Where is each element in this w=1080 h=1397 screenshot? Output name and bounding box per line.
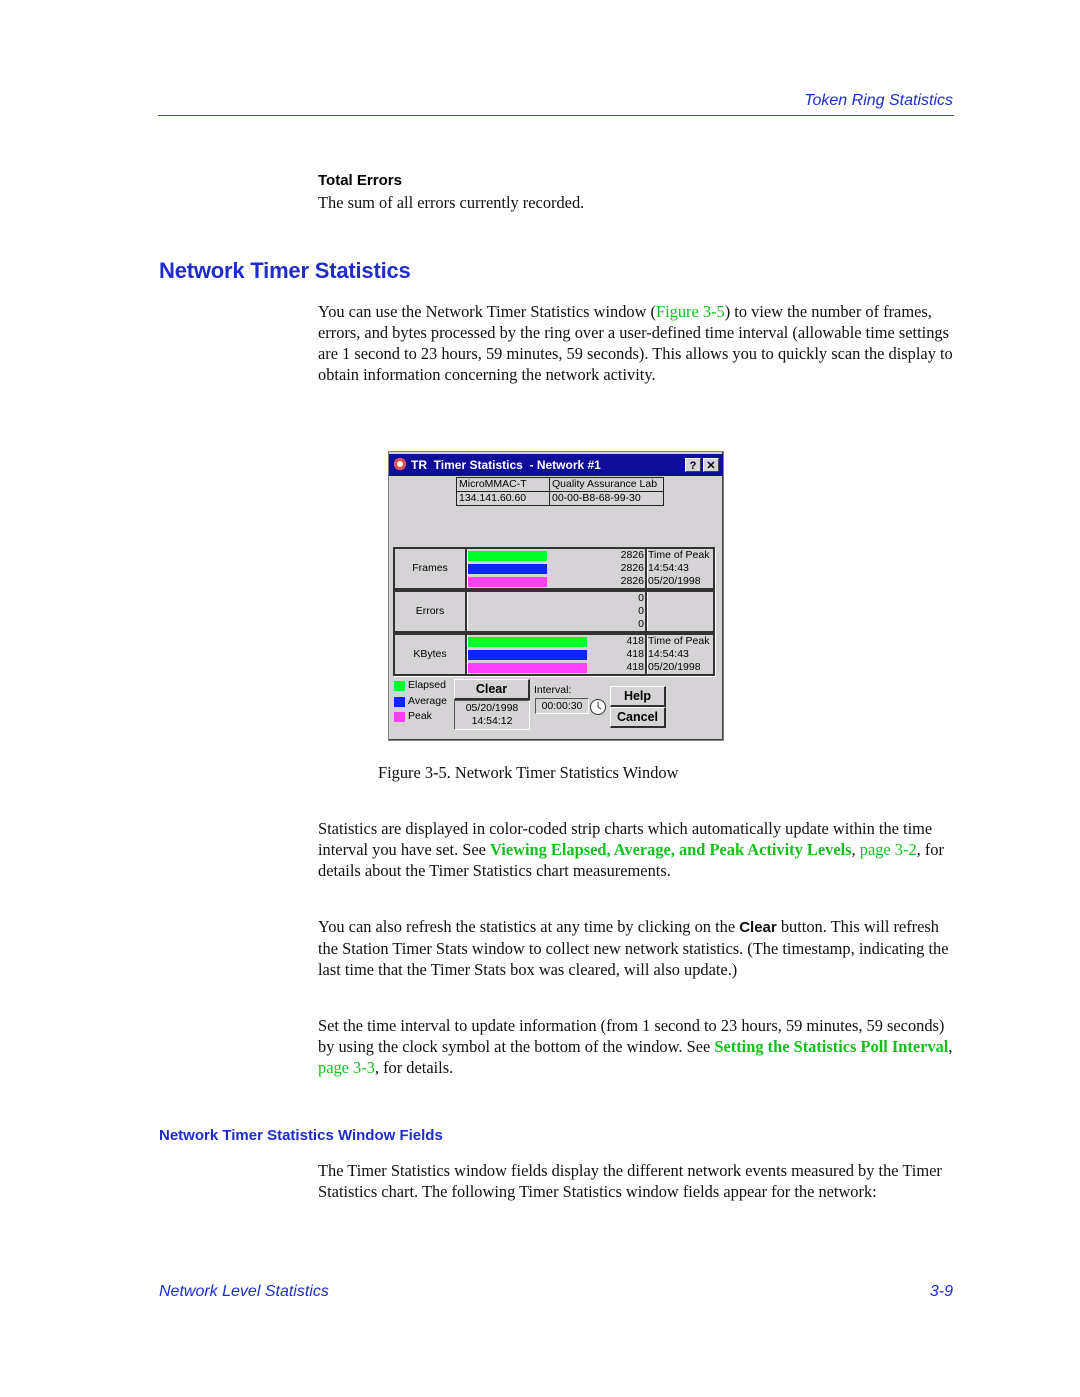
fields-paragraph: The Timer Statistics window fields displ… [318, 1161, 942, 1201]
peak-bar [468, 663, 587, 673]
peak-value: 2826 [620, 575, 644, 587]
peak-info-box: Time of Peak 14:54:43 05/20/1998 [645, 633, 715, 676]
device-name: MicroMMAC-T [456, 477, 550, 492]
window-title: TR Timer Statistics - Network #1 [411, 458, 601, 472]
figure-caption: Figure 3-5. Network Timer Statistics Win… [378, 763, 679, 782]
mac-address: 00-00-B8-68-99-30 [549, 491, 664, 506]
help-title-button[interactable]: ? [685, 458, 701, 472]
peak-info-box: Time of Peak 14:54:43 05/20/1998 [645, 547, 715, 590]
time-of-peak-label: Time of Peak [648, 635, 710, 647]
average-value: 418 [626, 648, 644, 660]
fields-heading: Network Timer Statistics Window Fields [159, 1127, 443, 1144]
interval-label: Interval: [534, 684, 572, 696]
ip-address: 134.141.60.60 [456, 491, 550, 506]
running-header-title: Token Ring Statistics [804, 92, 953, 109]
peak-date: 05/20/1998 [648, 661, 701, 673]
group-label: Errors [415, 605, 445, 617]
intro-paragraph: You can use the Network Timer Statistics… [318, 301, 958, 385]
clock-icon[interactable] [589, 698, 607, 716]
average-bar [468, 564, 548, 574]
app-clock-icon [394, 458, 406, 470]
refresh-text: You can also refresh the statistics at a… [318, 917, 740, 936]
interval-field[interactable]: 00:00:30 [535, 698, 589, 714]
legend-average-swatch [394, 697, 405, 707]
close-icon[interactable]: ✕ [703, 458, 719, 472]
clear-keyword: Clear [739, 919, 777, 936]
legend-average-label: Average [408, 695, 447, 707]
strip-chart-paragraph: Statistics are displayed in color-coded … [318, 818, 958, 881]
page-number: 3-9 [929, 1283, 953, 1300]
peak-value: 418 [626, 661, 644, 673]
total-errors-heading: Total Errors [318, 172, 402, 189]
legend-elapsed-label: Elapsed [408, 679, 446, 691]
device-location: Quality Assurance Lab [549, 477, 664, 492]
elapsed-value: 0 [638, 592, 644, 604]
timer-statistics-window: TR Timer Statistics - Network #1 ? ✕ Mic… [388, 451, 724, 741]
stats-sep: , [851, 840, 860, 859]
section-heading: Network Timer Statistics [159, 258, 411, 283]
peak-info-box [645, 590, 715, 633]
page-3-2-link[interactable]: page 3-2 [860, 840, 917, 859]
average-bar [468, 650, 587, 660]
legend-peak-swatch [394, 712, 405, 722]
poll-interval-link[interactable]: Setting the Statistics Poll Interval [714, 1037, 948, 1056]
title-bar[interactable]: TR Timer Statistics - Network #1 ? ✕ [389, 454, 723, 476]
interval-text-rest: , for details. [374, 1058, 454, 1077]
legend-peak-label: Peak [408, 710, 432, 722]
elapsed-bar [468, 637, 587, 647]
refresh-paragraph: You can also refresh the statistics at a… [318, 916, 958, 980]
group-label-box: Frames [393, 547, 467, 590]
page-3-3-link[interactable]: page 3-3 [318, 1058, 375, 1077]
average-value: 0 [638, 605, 644, 617]
group-chart-box: 0 0 0 [465, 590, 647, 633]
clear-button[interactable]: Clear [454, 679, 530, 700]
elapsed-value: 2826 [620, 549, 644, 561]
peak-time: 14:54:43 [648, 648, 689, 660]
peak-bar [468, 577, 548, 587]
interval-sep: , [948, 1037, 953, 1056]
total-errors-description: The sum of all errors currently recorded… [318, 193, 585, 212]
cleared-time: 14:54:12 [471, 715, 513, 727]
average-value: 2826 [620, 562, 644, 574]
group-chart-box: 418 418 418 [465, 633, 647, 676]
peak-time: 14:54:43 [648, 562, 689, 574]
interval-paragraph: Set the time interval to update informat… [318, 1015, 958, 1078]
group-label-box: KBytes [393, 633, 467, 676]
legend-elapsed-swatch [394, 681, 405, 691]
intro-text: You can use the Network Timer Statistics… [318, 302, 656, 321]
group-label-box: Errors [393, 590, 467, 633]
time-of-peak-label: Time of Peak [648, 549, 710, 561]
footer-chapter-title: Network Level Statistics [159, 1283, 329, 1300]
header-rule [158, 115, 954, 116]
cleared-date: 05/20/1998 [465, 702, 519, 714]
group-label: KBytes [413, 648, 447, 660]
group-label: Frames [412, 562, 448, 574]
elapsed-value: 418 [626, 635, 644, 647]
figure-link[interactable]: Figure 3-5 [656, 302, 725, 321]
peak-date: 05/20/1998 [648, 575, 701, 587]
peak-value: 0 [638, 618, 644, 630]
help-button[interactable]: Help [610, 686, 666, 707]
viewing-levels-link[interactable]: Viewing Elapsed, Average, and Peak Activ… [490, 840, 852, 859]
group-chart-box: 2826 2826 2826 [465, 547, 647, 590]
elapsed-bar [468, 551, 548, 561]
last-cleared-timestamp: 05/20/1998 14:54:12 [454, 700, 530, 730]
cancel-button[interactable]: Cancel [610, 707, 666, 728]
